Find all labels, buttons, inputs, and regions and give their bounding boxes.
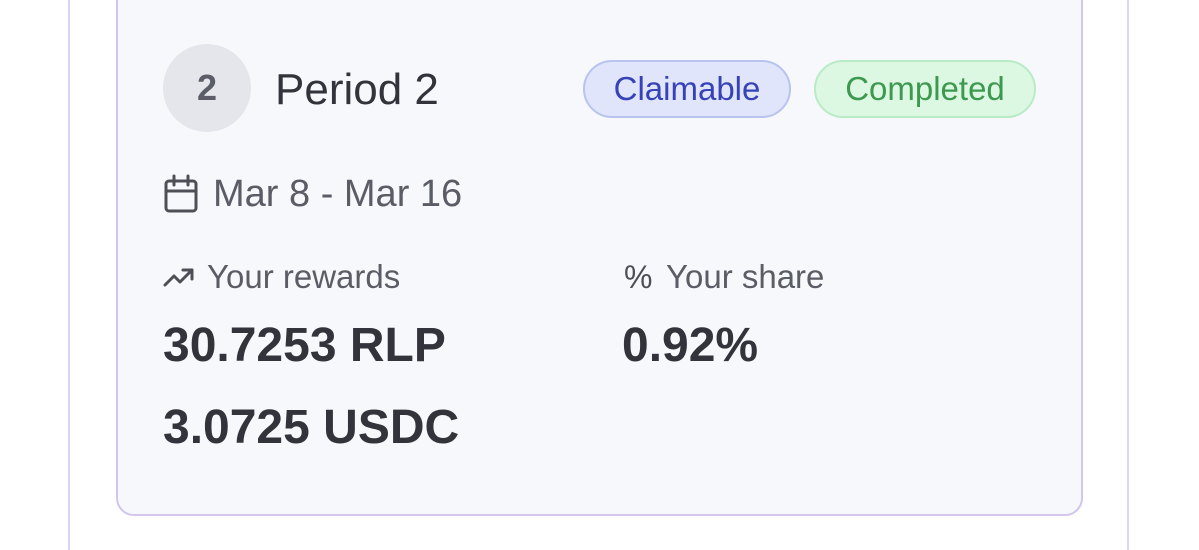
percent-icon: % — [624, 258, 653, 295]
share-label-row: % Your share — [624, 256, 824, 298]
rewards-label: Your rewards — [207, 258, 401, 295]
claimable-badge-label: Claimable — [613, 70, 761, 107]
period-number: 2 — [196, 67, 218, 108]
trending-up-icon — [163, 268, 194, 287]
calendar-icon — [164, 174, 198, 213]
completed-badge: Completed — [814, 60, 1036, 118]
claimable-badge: Claimable — [583, 60, 791, 118]
rewards-label-row: Your rewards — [163, 256, 400, 298]
period-date-range: Mar 8 - Mar 16 — [213, 172, 463, 215]
completed-badge-label: Completed — [845, 70, 1005, 107]
reward-usdc-value: 3.0725 USDC — [163, 401, 460, 454]
share-value: 0.92% — [622, 319, 759, 372]
share-label: Your share — [666, 258, 825, 295]
period-date-row: Mar 8 - Mar 16 — [163, 170, 462, 218]
period-number-badge: 2 — [163, 44, 251, 132]
reward-rlp-value: 30.7253 RLP — [163, 319, 446, 372]
period-title: Period 2 — [275, 65, 439, 114]
